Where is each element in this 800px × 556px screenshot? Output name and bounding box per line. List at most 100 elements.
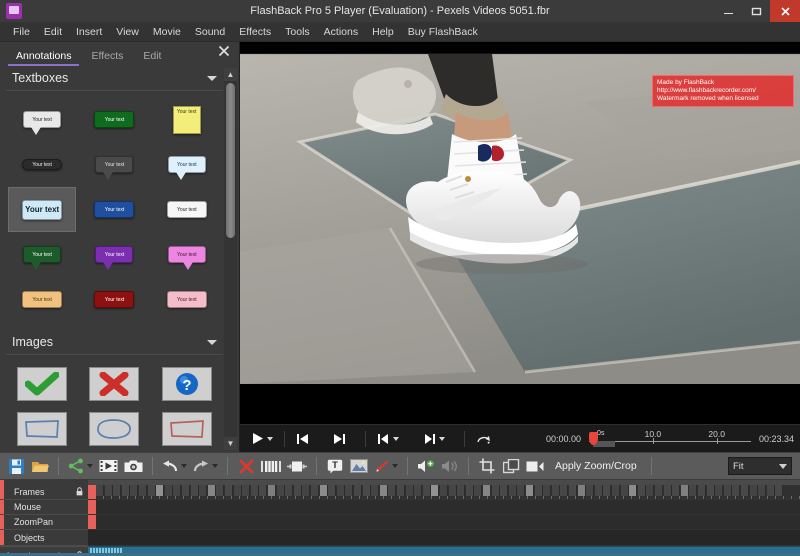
- step-forward-button[interactable]: [418, 428, 450, 450]
- track-header-mouse[interactable]: Mouse: [0, 500, 88, 515]
- light-pink-box[interactable]: Your text: [166, 291, 207, 308]
- blue-gradient-box[interactable]: Your text: [94, 201, 135, 218]
- image-style-blue-rectangle-outline-image[interactable]: [8, 406, 76, 451]
- textbox-style-orange-box[interactable]: Your text: [8, 277, 76, 322]
- apply-zoom-crop-button[interactable]: Apply Zoom/Crop: [547, 460, 645, 472]
- pink-callout[interactable]: Your text: [167, 246, 206, 270]
- blue-rectangle-outline-image[interactable]: [17, 411, 68, 446]
- go-to-end-button[interactable]: [328, 428, 351, 450]
- section-header-textboxes[interactable]: Textboxes: [6, 66, 223, 91]
- screenshot-button[interactable]: [121, 454, 146, 478]
- tab-edit[interactable]: Edit: [133, 50, 171, 66]
- purple-callout[interactable]: Your text: [95, 246, 134, 270]
- lock-icon[interactable]: [76, 486, 83, 498]
- split-frames-button[interactable]: [258, 454, 284, 478]
- menu-edit[interactable]: Edit: [37, 22, 69, 42]
- maximize-icon[interactable]: [742, 0, 770, 22]
- black-pill[interactable]: Your text: [22, 159, 63, 170]
- lane-objects[interactable]: [88, 530, 800, 546]
- track-header-frames[interactable]: Frames: [0, 485, 88, 500]
- close-icon[interactable]: [770, 0, 800, 22]
- textbox-style-light-blue-callout[interactable]: Your text: [153, 142, 221, 187]
- chevron-down-icon[interactable]: [439, 436, 445, 441]
- go-to-start-button[interactable]: [291, 428, 314, 450]
- textbox-style-pink-callout[interactable]: Your text: [153, 232, 221, 277]
- timeline-scrubber[interactable]: 10.0 20.0 0s: [589, 428, 751, 450]
- tab-annotations[interactable]: Annotations: [6, 50, 81, 66]
- menu-effects[interactable]: Effects: [232, 22, 278, 42]
- image-style-blue-question-image[interactable]: ?: [153, 361, 221, 406]
- track-lanes[interactable]: [88, 480, 800, 556]
- dark-red-box[interactable]: Your text: [94, 291, 135, 308]
- green-gradient-box[interactable]: Your text: [94, 111, 135, 128]
- section-header-images[interactable]: Images: [6, 330, 223, 355]
- textbox-style-dark-grey-callout[interactable]: Your text: [80, 142, 148, 187]
- chevron-down-icon[interactable]: [207, 75, 217, 81]
- textbox-style-green-gradient-box[interactable]: Your text: [80, 97, 148, 142]
- chevron-down-icon[interactable]: [181, 464, 187, 468]
- zoom-level-select[interactable]: Fit: [728, 457, 792, 475]
- menu-help[interactable]: Help: [365, 22, 401, 42]
- image-style-red-circle-outline-image[interactable]: [80, 451, 148, 452]
- save-button[interactable]: [4, 454, 28, 478]
- scrollbar-thumb[interactable]: [226, 83, 235, 238]
- image-style-blue-ellipse-outline-image[interactable]: [80, 406, 148, 451]
- add-image-button[interactable]: [347, 454, 371, 478]
- menu-movie[interactable]: Movie: [146, 22, 188, 42]
- green-check-image[interactable]: [17, 366, 68, 401]
- delete-button[interactable]: [234, 454, 258, 478]
- chevron-down-icon[interactable]: [87, 464, 93, 468]
- textbox-style-yellow-note[interactable]: Your text: [153, 97, 221, 142]
- menu-insert[interactable]: Insert: [69, 22, 109, 42]
- image-style-red-rectangle-outline-image[interactable]: [153, 406, 221, 451]
- trim-button[interactable]: [284, 454, 310, 478]
- step-back-button[interactable]: [372, 428, 404, 450]
- dark-green-callout[interactable]: Your text: [23, 246, 62, 270]
- undo-button[interactable]: [159, 454, 190, 478]
- textbox-style-blue-gradient-box[interactable]: Your text: [80, 187, 148, 232]
- highlighter-button[interactable]: [371, 454, 401, 478]
- textbox-style-purple-callout[interactable]: Your text: [80, 232, 148, 277]
- chevron-down-icon[interactable]: ▼: [224, 437, 237, 450]
- menu-view[interactable]: View: [109, 22, 146, 42]
- textbox-style-white-rounded-box[interactable]: Your text: [153, 187, 221, 232]
- lane-mouse[interactable]: [88, 500, 800, 515]
- white-rounded-callout[interactable]: Your text: [23, 111, 62, 135]
- orange-box[interactable]: Your text: [22, 291, 63, 308]
- chevron-down-icon[interactable]: [393, 436, 399, 441]
- image-style-green-check-image[interactable]: [8, 361, 76, 406]
- menu-file[interactable]: File: [6, 22, 37, 42]
- add-textbox-button[interactable]: T: [323, 454, 347, 478]
- yellow-note[interactable]: Your text: [172, 105, 201, 134]
- menu-tools[interactable]: Tools: [278, 22, 317, 42]
- playhead-handle[interactable]: [589, 431, 599, 445]
- mute-sound-button[interactable]: [438, 454, 462, 478]
- textbox-style-dark-green-callout[interactable]: Your text: [8, 232, 76, 277]
- tab-effects[interactable]: Effects: [81, 50, 133, 66]
- chevron-up-icon[interactable]: ▲: [224, 68, 237, 81]
- duplicate-button[interactable]: [499, 454, 523, 478]
- panel-scrollbar[interactable]: ▲ ▼: [224, 68, 237, 450]
- white-rounded-box[interactable]: Your text: [166, 201, 207, 218]
- add-sound-button[interactable]: [414, 454, 438, 478]
- video-preview[interactable]: Made by FlashBack http://www.flashbackre…: [240, 42, 800, 424]
- minimize-icon[interactable]: [714, 0, 742, 22]
- share-button[interactable]: [65, 454, 96, 478]
- red-cross-image[interactable]: [89, 366, 140, 401]
- panel-close-icon[interactable]: [217, 44, 231, 58]
- textbox-style-black-pill[interactable]: Your text: [8, 142, 76, 187]
- image-style-red-ellipse-outline-image[interactable]: [8, 451, 76, 452]
- image-style-red-trapezoid-outline-image[interactable]: [153, 451, 221, 452]
- chevron-down-icon[interactable]: [779, 463, 787, 469]
- crop-button[interactable]: [475, 454, 499, 478]
- menu-actions[interactable]: Actions: [317, 22, 365, 42]
- pan-button[interactable]: [523, 454, 547, 478]
- play-button[interactable]: [246, 428, 278, 450]
- light-blue-rounded-box[interactable]: Your text: [22, 199, 63, 220]
- loop-button[interactable]: [471, 428, 496, 450]
- lane-zoompan[interactable]: [88, 515, 800, 530]
- chevron-down-icon[interactable]: [207, 339, 217, 345]
- chevron-down-icon[interactable]: [212, 464, 218, 468]
- redo-button[interactable]: [190, 454, 221, 478]
- blue-ellipse-outline-image[interactable]: [89, 411, 140, 446]
